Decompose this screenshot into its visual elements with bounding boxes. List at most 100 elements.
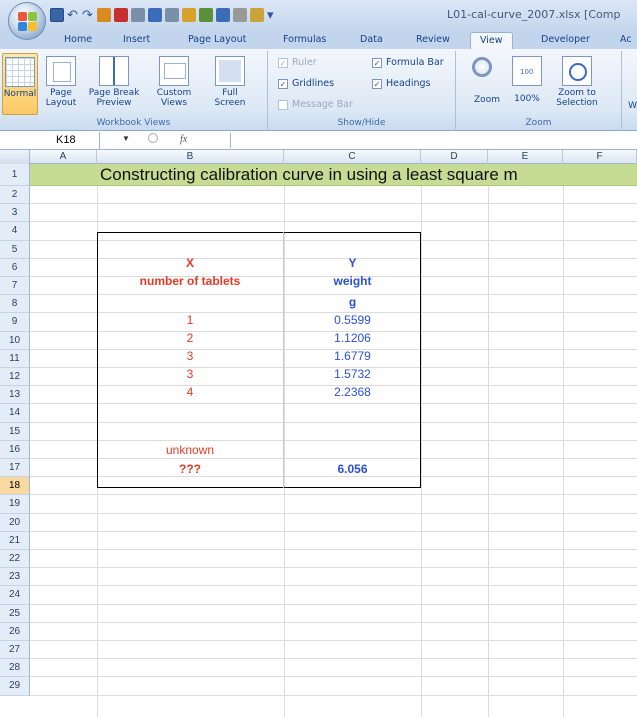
- row-header[interactable]: 19: [0, 495, 30, 514]
- row-header[interactable]: 1: [0, 164, 30, 186]
- print-preview-icon[interactable]: [165, 8, 179, 22]
- normal-view-button[interactable]: Normal: [2, 53, 38, 115]
- unknown-label[interactable]: unknown: [97, 441, 283, 459]
- row-header[interactable]: 15: [0, 422, 30, 441]
- col-header-c[interactable]: C: [284, 150, 421, 164]
- undo-icon[interactable]: ↶: [67, 8, 79, 22]
- row-header[interactable]: 4: [0, 222, 30, 241]
- chart-icon[interactable]: [114, 8, 128, 22]
- insert-function-button[interactable]: fx: [180, 132, 187, 149]
- row-header[interactable]: 16: [0, 440, 30, 459]
- x-value[interactable]: 3: [97, 347, 283, 365]
- unknown-y[interactable]: 6.056: [284, 460, 421, 478]
- row-header[interactable]: 5: [0, 240, 30, 259]
- y-value[interactable]: 1.6779: [284, 347, 421, 365]
- row-header[interactable]: 18: [0, 477, 30, 496]
- row-header[interactable]: 14: [0, 404, 30, 423]
- tab-developer[interactable]: Developer: [541, 32, 590, 49]
- row-header[interactable]: 24: [0, 586, 30, 605]
- row-header[interactable]: 28: [0, 659, 30, 678]
- row-header[interactable]: 12: [0, 368, 30, 387]
- col-header-f[interactable]: F: [563, 150, 637, 164]
- sort-icon[interactable]: [199, 8, 213, 22]
- row-header[interactable]: 11: [0, 349, 30, 368]
- col-header-b[interactable]: B: [97, 150, 284, 164]
- message-bar-checkbox[interactable]: Message Bar: [278, 99, 353, 110]
- row-header[interactable]: 26: [0, 622, 30, 641]
- custom-views-button[interactable]: Custom Views: [150, 53, 198, 108]
- x-value[interactable]: 4: [97, 383, 283, 401]
- name-box[interactable]: K18: [0, 132, 100, 149]
- row-header[interactable]: 27: [0, 641, 30, 660]
- office-button[interactable]: [8, 2, 46, 40]
- row-header[interactable]: 3: [0, 204, 30, 223]
- customize-qat-icon[interactable]: ▾: [267, 8, 279, 22]
- tab-review[interactable]: Review: [416, 32, 450, 49]
- tab-add-ins[interactable]: Ac: [620, 32, 632, 49]
- name-box-dropdown-icon[interactable]: ▼: [122, 134, 130, 143]
- x-value[interactable]: 1: [97, 311, 283, 329]
- x-description[interactable]: number of tablets: [97, 272, 283, 290]
- pivot-icon[interactable]: [250, 8, 264, 22]
- row-header[interactable]: 13: [0, 386, 30, 405]
- row-header[interactable]: 23: [0, 568, 30, 587]
- spelling-icon[interactable]: [97, 8, 111, 22]
- headings-check-icon: ✓: [372, 78, 382, 89]
- formula-cancel-icon[interactable]: [148, 133, 158, 143]
- row-header[interactable]: 10: [0, 331, 30, 350]
- col-header-a[interactable]: A: [30, 150, 97, 164]
- full-screen-button[interactable]: Full Screen: [204, 53, 256, 108]
- row-header[interactable]: 22: [0, 550, 30, 569]
- y-description[interactable]: weight: [284, 272, 421, 290]
- y-header[interactable]: Y: [284, 254, 421, 272]
- tab-formulas[interactable]: Formulas: [283, 32, 326, 49]
- x-value[interactable]: 2: [97, 329, 283, 347]
- y-value[interactable]: 0.5599: [284, 311, 421, 329]
- row-header[interactable]: 21: [0, 531, 30, 550]
- zoom-to-selection-button[interactable]: Zoom to Selection: [548, 53, 606, 108]
- col-header-e[interactable]: E: [488, 150, 563, 164]
- row-header[interactable]: 17: [0, 459, 30, 478]
- worksheet-grid[interactable]: A B C D E F 1 2 3 4 5 6 7 8 9 10 11 12 13 14 15 16 17 18 1…: [0, 150, 637, 717]
- save-icon[interactable]: [50, 8, 64, 22]
- row-header[interactable]: 8: [0, 295, 30, 314]
- row-header[interactable]: 20: [0, 513, 30, 532]
- y-value[interactable]: 2.2368: [284, 383, 421, 401]
- row-header[interactable]: 29: [0, 677, 30, 696]
- page-layout-view-button[interactable]: Page Layout: [42, 53, 80, 108]
- x-header[interactable]: X: [97, 254, 283, 272]
- tab-view[interactable]: View: [470, 32, 513, 49]
- x-value[interactable]: 3: [97, 365, 283, 383]
- redo-icon[interactable]: ↷: [82, 8, 94, 22]
- sheet-title[interactable]: Constructing calibration curve in using …: [100, 165, 518, 185]
- select-all-corner[interactable]: [0, 150, 30, 164]
- row-header[interactable]: 7: [0, 277, 30, 296]
- row-header[interactable]: 9: [0, 313, 30, 332]
- table-icon[interactable]: [131, 8, 145, 22]
- col-header-d[interactable]: D: [421, 150, 488, 164]
- zoom-100-button[interactable]: 100%: [510, 53, 544, 104]
- y-value[interactable]: 1.5732: [284, 365, 421, 383]
- formula-bar-checkbox[interactable]: ✓ Formula Bar: [372, 57, 444, 68]
- zoom-button[interactable]: Zoom: [470, 53, 504, 105]
- workbook-views-label: Workbook Views: [96, 118, 171, 128]
- tab-page-layout[interactable]: Page Layout: [188, 32, 246, 49]
- ruler-checkbox[interactable]: ✓ Ruler: [278, 57, 317, 68]
- camera-icon[interactable]: [216, 8, 230, 22]
- tab-home[interactable]: Home: [64, 32, 92, 49]
- gridlines-checkbox[interactable]: ✓ Gridlines: [278, 78, 334, 89]
- row-header[interactable]: 25: [0, 604, 30, 623]
- open-icon[interactable]: [182, 8, 196, 22]
- form-icon[interactable]: [233, 8, 247, 22]
- unknown-x[interactable]: ???: [97, 460, 283, 478]
- row-header[interactable]: 2: [0, 186, 30, 205]
- window-group-partial[interactable]: W: [628, 101, 637, 111]
- tab-data[interactable]: Data: [360, 32, 383, 49]
- tab-insert[interactable]: Insert: [123, 32, 150, 49]
- y-value[interactable]: 1.1206: [284, 329, 421, 347]
- page-break-preview-button[interactable]: Page Break Preview: [84, 53, 144, 108]
- row-header[interactable]: 6: [0, 258, 30, 277]
- headings-checkbox[interactable]: ✓ Headings: [372, 78, 430, 89]
- print-icon[interactable]: [148, 8, 162, 22]
- y-unit[interactable]: g: [284, 293, 421, 311]
